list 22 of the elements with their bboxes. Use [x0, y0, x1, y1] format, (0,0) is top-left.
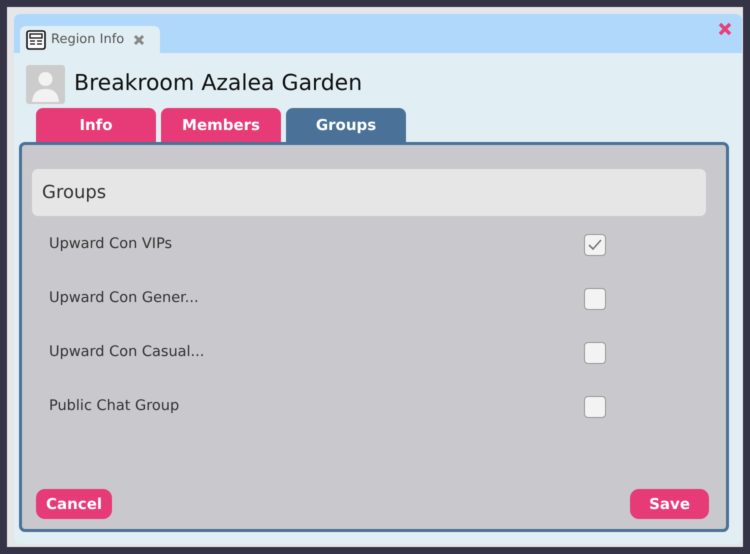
save-button[interactable]: Save: [630, 489, 709, 519]
tab[interactable]: Info: [36, 108, 156, 142]
checkbox[interactable]: [584, 288, 606, 310]
tab[interactable]: Members: [161, 108, 281, 142]
group-name: Upward Con Gener...: [49, 289, 200, 308]
checkbox[interactable]: [584, 342, 606, 364]
tab[interactable]: Groups: [286, 108, 406, 142]
tab-title: Region Info: [51, 30, 124, 49]
window-tab[interactable]: Region Info: [20, 26, 160, 53]
group-name: Upward Con Casual...: [49, 343, 206, 362]
section-header: Groups: [32, 169, 706, 216]
checkbox[interactable]: [584, 396, 606, 418]
avatar-icon: [26, 65, 65, 104]
close-icon[interactable]: [718, 22, 732, 36]
region-name: Breakroom Azalea Garden: [74, 71, 362, 98]
group-name: Public Chat Group: [49, 397, 180, 416]
check-icon: [588, 239, 602, 251]
close-icon[interactable]: [133, 34, 146, 46]
form-icon: [26, 30, 46, 50]
checkbox[interactable]: [584, 234, 606, 256]
group-name: Upward Con VIPs: [49, 235, 174, 254]
cancel-button[interactable]: Cancel: [36, 489, 112, 519]
